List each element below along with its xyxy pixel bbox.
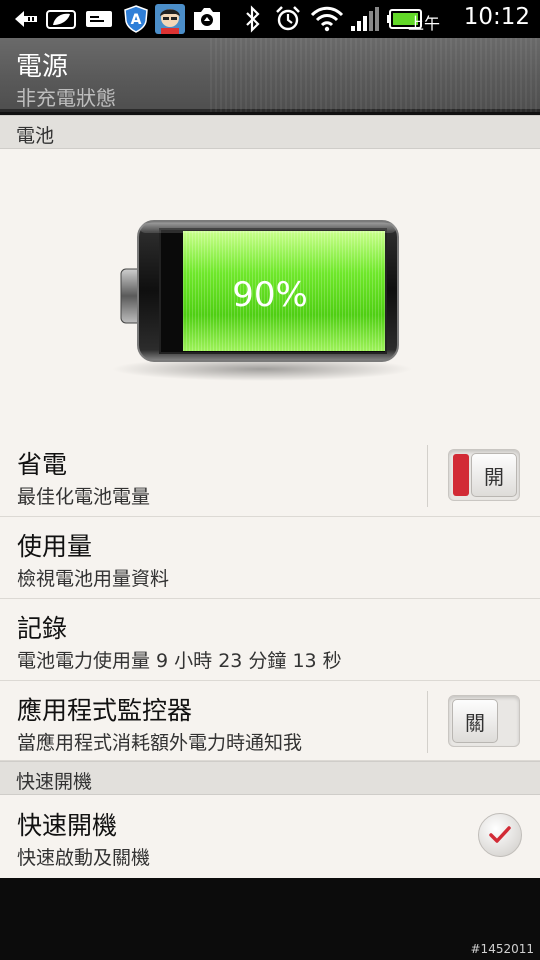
fast-boot-section-label: 快速開機 [16,771,93,793]
usage-title: 使用量 [17,532,93,561]
toggle-on-indicator [453,454,469,496]
alarm-icon [273,5,303,33]
shield-a-icon: A [122,5,150,33]
watermark: #1452011 [470,942,535,956]
charging-status: 非充電狀態 [16,86,116,110]
leaf-icon [46,5,76,33]
usage-row[interactable]: 使用量 檢視電池用量資料 [0,517,540,599]
app-monitor-subtitle: 當應用程式消耗額外電力時通知我 [17,732,303,754]
history-row[interactable]: 記錄 電池電力使用量 9 小時 23 分鐘 13 秒 [0,599,540,681]
power-saver-subtitle: 最佳化電池電量 [17,486,151,508]
camera-icon [192,5,222,33]
page-title: 電源 [16,52,69,82]
title-bar-texture [210,38,540,112]
row-divider [427,691,428,753]
signal-icon [350,5,380,33]
battery-section-header: 電池 [0,115,540,149]
fast-boot-title: 快速開機 [17,811,118,840]
battery-gauge: 90% [0,151,540,435]
title-bar: 電源 非充電狀態 [0,38,540,112]
fast-boot-row[interactable]: 快速開機 快速啟動及關機 [0,796,540,878]
fast-boot-section-header: 快速開機 [0,761,540,795]
card-icon [84,5,114,33]
clock-ampm: 上午 [407,14,440,33]
usage-subtitle: 檢視電池用量資料 [17,568,170,590]
history-subtitle: 電池電力使用量 9 小時 23 分鐘 13 秒 [17,650,342,672]
power-saver-row[interactable]: 省電 最佳化電池電量 開 [0,435,540,517]
battery-percent: 90% [232,275,308,315]
app-monitor-toggle[interactable]: 關 [448,695,520,747]
settings-content: 電池 90% 省電 最佳化電池電量 開 使用量 檢視電池用量資料 記錄 電池電力… [0,115,540,878]
status-bar: A 上午 10:12 [0,0,540,38]
app-monitor-row[interactable]: 應用程式監控器 當應用程式消耗額外電力時通知我 關 [0,681,540,761]
checkmark-icon [489,826,511,843]
avatar-app-icon [154,4,186,34]
power-saver-toggle[interactable]: 開 [448,449,520,501]
back-arrow-icon [12,5,40,33]
history-title: 記錄 [17,614,68,643]
bottom-bar: #1452011 [0,878,540,960]
toggle-knob: 開 [471,453,517,497]
toggle-knob: 關 [452,699,498,743]
battery-section-label: 電池 [16,125,55,147]
clock-time: 10:12 [463,4,530,30]
battery-graphic: 90% [112,220,412,381]
fast-boot-checkbox[interactable] [478,813,522,857]
bluetooth-icon [243,5,263,33]
row-divider [427,445,428,507]
wifi-icon [310,5,344,33]
svg-text:A: A [131,12,142,28]
app-monitor-title: 應用程式監控器 [17,696,193,725]
power-saver-title: 省電 [17,450,68,479]
fast-boot-subtitle: 快速啟動及關機 [17,847,151,869]
